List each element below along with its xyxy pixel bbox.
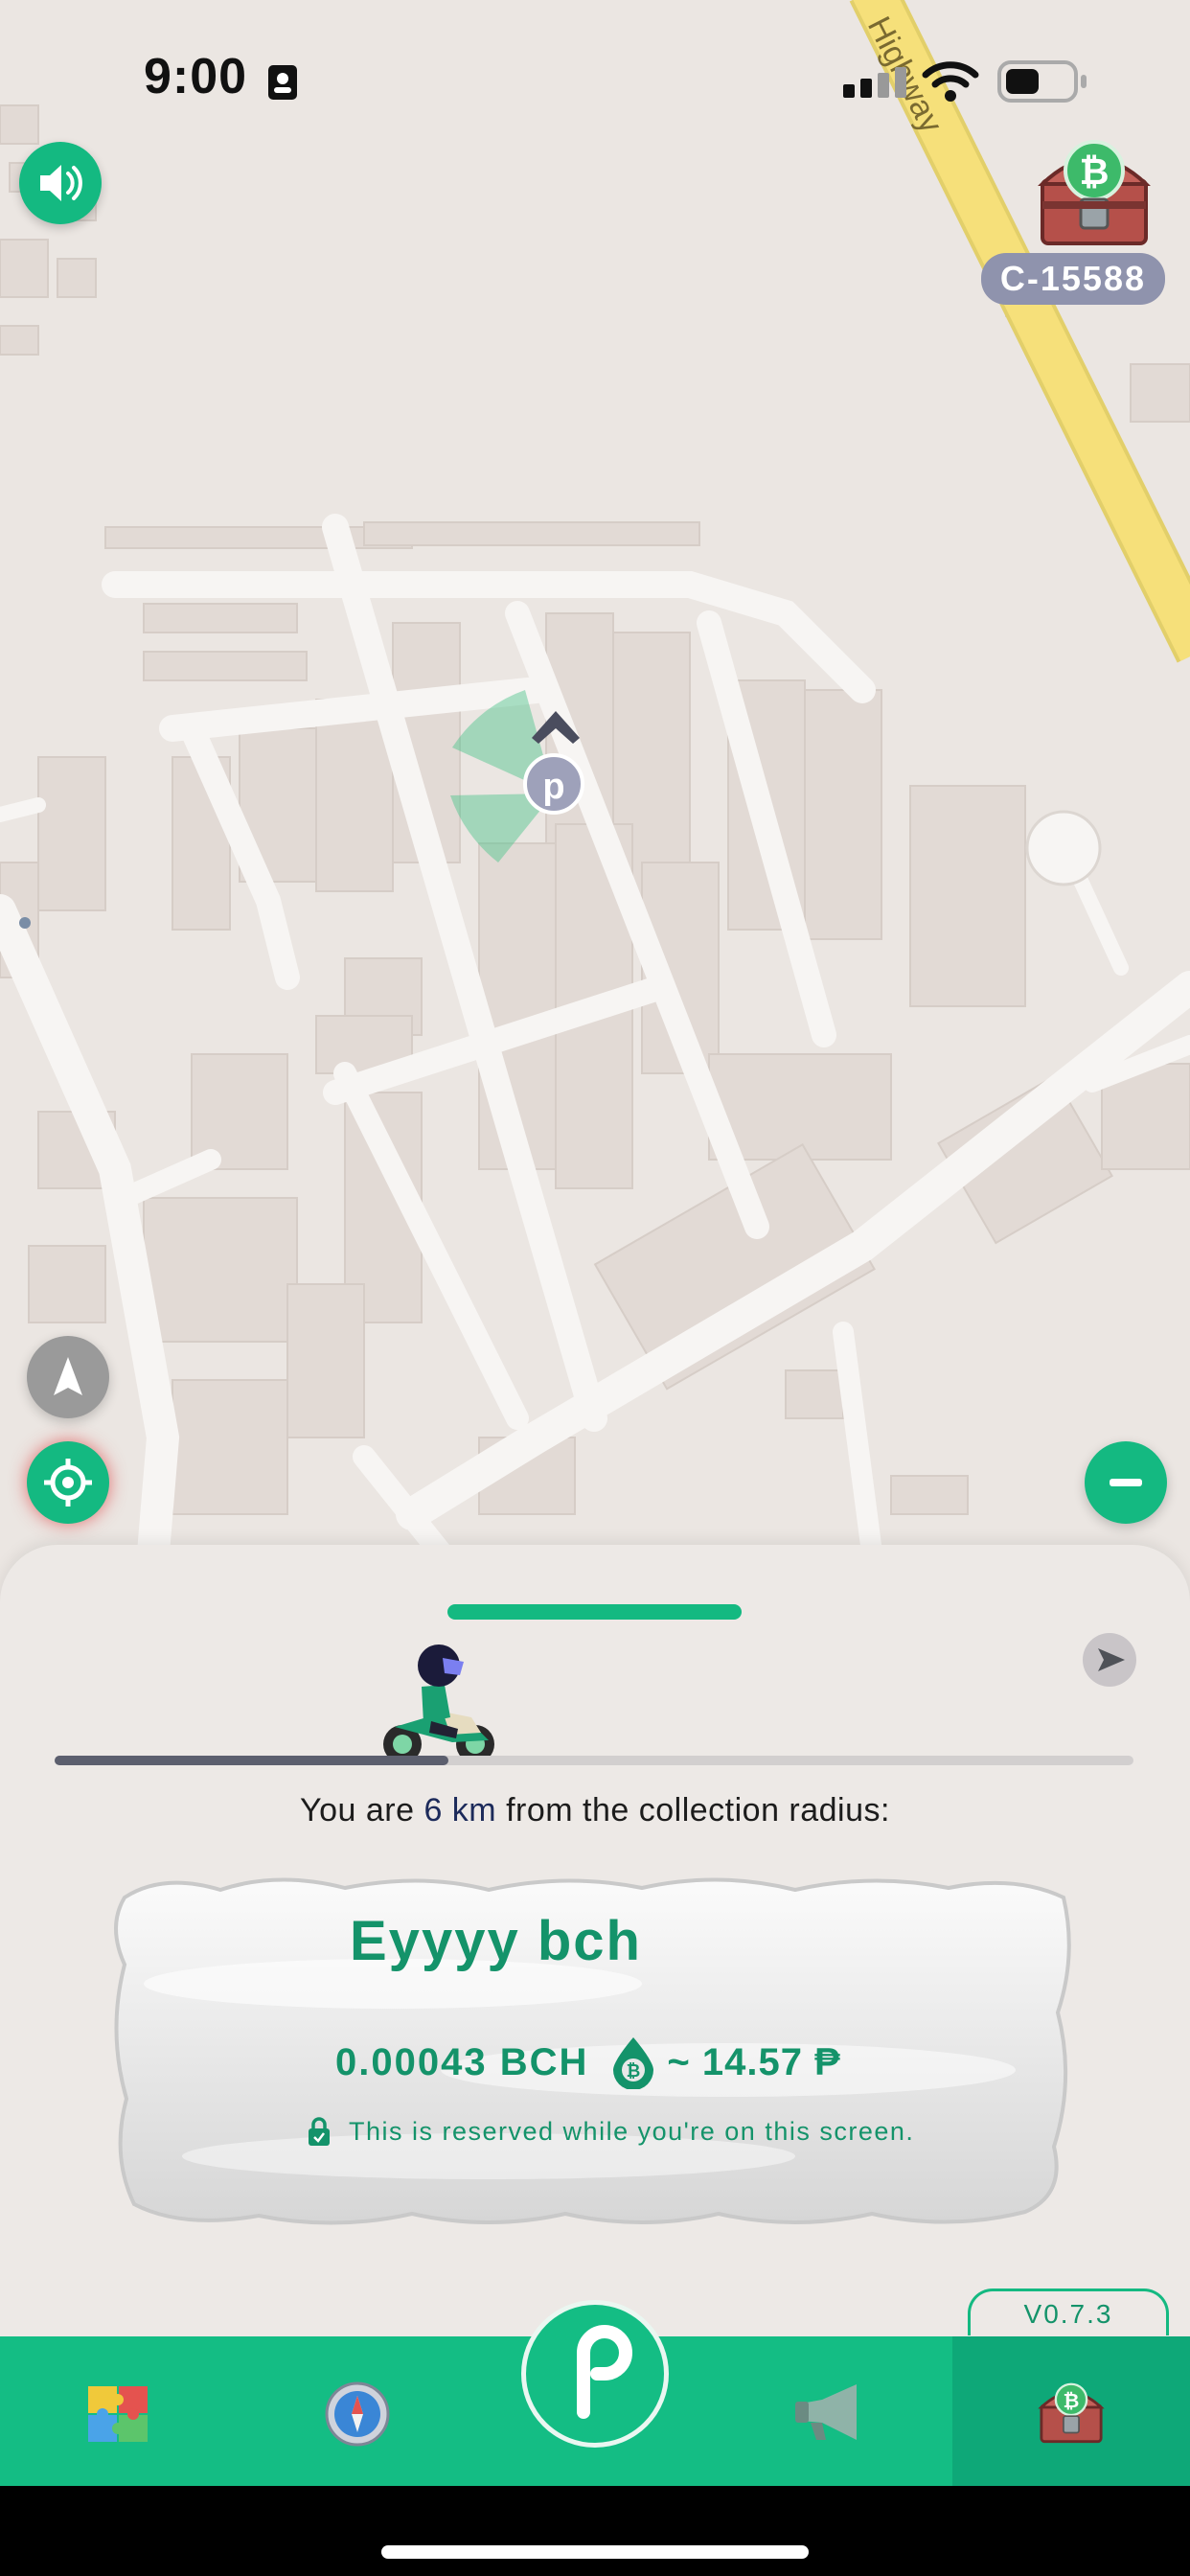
reward-bch-amount: 0.00043 BCH	[335, 2040, 589, 2083]
svg-text:₿: ₿	[1080, 152, 1110, 193]
contact-card-icon	[268, 65, 297, 100]
send-button[interactable]	[1083, 1633, 1136, 1687]
tab-explore[interactable]	[238, 2336, 475, 2486]
tab-announcements[interactable]	[713, 2336, 950, 2486]
version-badge: V0.7.3	[968, 2288, 1169, 2335]
locate-me-button[interactable]	[27, 1441, 109, 1524]
send-arrow-icon	[1098, 1648, 1125, 1671]
megaphone-icon	[795, 2384, 857, 2440]
reward-fiat-amount: ~ 14.57 ₱	[667, 2040, 841, 2083]
navigation-arrow-icon	[54, 1357, 82, 1395]
reward-title: Eyyyy bch	[350, 1910, 642, 1972]
home-indicator-bar	[0, 2486, 1190, 2576]
tab-paytaca-home[interactable]	[521, 2300, 669, 2448]
sound-toggle-button[interactable]	[19, 142, 102, 224]
svg-text:₿: ₿	[627, 2061, 641, 2081]
reserved-notice: This is reserved while you're on this sc…	[307, 2116, 914, 2147]
status-time: 9:00	[144, 49, 248, 104]
compass-icon	[325, 2381, 390, 2447]
crosshair-icon	[44, 1459, 92, 1506]
distance-progress-track	[55, 1756, 1133, 1765]
wifi-icon	[922, 61, 979, 102]
home-indicator[interactable]	[381, 2545, 809, 2559]
reward-value-row: 0.00043 BCH ₿ ~ 14.57 ₱	[335, 2034, 841, 2091]
treasure-chest-widget[interactable]: ₿ C-15588	[973, 134, 1165, 307]
distance-suffix: from the collection radius:	[496, 1792, 890, 1828]
distance-prefix: You are	[300, 1792, 424, 1828]
status-bar: 9:00	[0, 48, 1190, 115]
zoom-out-button[interactable]	[1085, 1441, 1167, 1524]
treasure-chest-icon: ₿	[1038, 140, 1151, 245]
speaker-icon	[40, 165, 82, 201]
bch-drop-icon: ₿	[613, 2037, 654, 2089]
svg-text:₿: ₿	[1064, 2390, 1080, 2412]
puzzle-icon	[88, 2386, 148, 2442]
lock-icon	[309, 2117, 330, 2146]
tab-treasure[interactable]: ₿	[952, 2336, 1190, 2486]
cellular-signal-icon	[843, 67, 906, 98]
chest-code-badge: C-15588	[980, 253, 1165, 305]
minus-icon	[1110, 1479, 1142, 1486]
battery-icon	[997, 60, 1087, 103]
paytaca-p-icon	[577, 2325, 632, 2419]
svg-text:p: p	[542, 767, 564, 807]
treasure-chest-icon: ₿	[1038, 2382, 1105, 2444]
motorbike-rider-icon	[383, 1644, 494, 1763]
reward-card: Eyyyy bch 0.00043 BCH ₿ ~ 14.57 ₱ This i…	[105, 1869, 1085, 2233]
distance-message: You are 6 km from the collection radius:	[0, 1792, 1190, 1829]
compass-heading-button[interactable]	[27, 1336, 109, 1418]
reserved-text: This is reserved while you're on this sc…	[349, 2116, 915, 2146]
sheet-drag-handle[interactable]	[447, 1604, 742, 1620]
distance-value: 6 km	[423, 1792, 497, 1828]
tab-puzzle[interactable]	[0, 2336, 238, 2486]
collection-bottom-sheet: You are 6 km from the collection radius:…	[0, 1545, 1190, 2340]
distance-progress-fill	[55, 1756, 448, 1765]
